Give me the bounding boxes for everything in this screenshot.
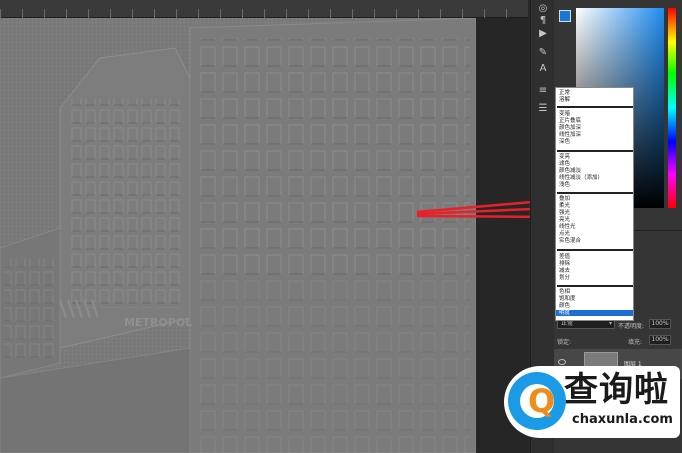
blend-option[interactable]: 色相 <box>559 289 570 295</box>
ruler-tick <box>220 9 221 18</box>
document-canvas[interactable]: METROPOL <box>0 18 476 453</box>
brush-settings-icon[interactable]: ✎ <box>534 46 552 60</box>
play-icon[interactable]: ▶ <box>534 27 552 41</box>
blend-mode-dropdown[interactable]: 正常 溶解 变暗 正片叠底 颜色加深 线性加深 深色 变亮 滤色 颜色减淡 线性… <box>555 87 634 321</box>
ruler-tick <box>242 9 243 18</box>
ruler-tick <box>396 9 397 18</box>
blend-option[interactable]: 减去 <box>559 268 570 274</box>
opacity-field[interactable]: 100% <box>649 319 671 329</box>
foreground-color-swatch[interactable] <box>559 10 571 22</box>
watermark-logo: Q <box>508 372 566 430</box>
watermark-title: 查询啦 <box>564 370 669 410</box>
blend-option[interactable]: 线性加深 <box>559 132 581 138</box>
fill-field[interactable]: 100% <box>649 335 671 345</box>
ruler-tick <box>88 9 89 18</box>
blend-option[interactable]: 饱和度 <box>559 296 576 302</box>
dropdown-divider <box>557 150 633 152</box>
ruler-tick <box>484 9 485 18</box>
blend-option[interactable]: 强光 <box>559 210 570 216</box>
metropol-sign: METROPOL <box>124 316 192 329</box>
blend-option[interactable]: 颜色加深 <box>559 125 581 131</box>
dropdown-divider <box>557 106 633 108</box>
canvas-artwork: METROPOL <box>0 18 476 453</box>
blend-option[interactable]: 正常 <box>559 90 570 96</box>
blend-option[interactable]: 划分 <box>559 275 570 281</box>
ruler-tick <box>176 9 177 18</box>
blend-option[interactable]: 浅色 <box>559 182 570 188</box>
chevron-down-icon: ▾ <box>608 320 612 327</box>
blend-option-selected[interactable]: 明度 <box>556 310 633 316</box>
ruler-tick <box>506 9 507 18</box>
blend-option[interactable]: 溶解 <box>559 97 570 103</box>
lock-label: 锁定: <box>557 339 572 346</box>
opacity-label: 不透明度: <box>618 323 645 330</box>
ruler-tick <box>154 9 155 18</box>
blend-option[interactable]: 颜色 <box>559 303 570 309</box>
ruler-tick <box>330 9 331 18</box>
ruler-tick <box>352 9 353 18</box>
ruler-tick <box>66 9 67 18</box>
ruler-tick <box>44 9 45 18</box>
ruler-tick <box>462 9 463 18</box>
blend-option[interactable]: 实色混合 <box>559 238 581 244</box>
ruler-tick <box>132 9 133 18</box>
dropdown-divider <box>557 285 633 287</box>
hue-slider[interactable] <box>668 8 676 208</box>
blend-option[interactable]: 变暗 <box>559 111 570 117</box>
top-ruler <box>0 0 528 18</box>
paragraph-icon[interactable]: ¶ <box>534 14 552 28</box>
blend-option[interactable]: 颜色减淡 <box>559 168 581 174</box>
dropdown-divider <box>557 192 633 194</box>
fill-label: 填充: <box>628 339 643 346</box>
watermark-logo-letter: Q <box>528 382 556 420</box>
blend-option[interactable]: 变亮 <box>559 154 570 160</box>
ruler-tick <box>264 9 265 18</box>
blend-mode-value: 正常 <box>561 320 574 327</box>
ruler-tick <box>440 9 441 18</box>
eye-icon[interactable] <box>558 359 566 365</box>
ruler-tick <box>110 9 111 18</box>
ruler-tick <box>374 9 375 18</box>
blend-option[interactable]: 正片叠底 <box>559 118 581 124</box>
blend-option[interactable]: 点光 <box>559 231 570 237</box>
properties-icon[interactable]: ☰ <box>534 102 552 116</box>
character-icon[interactable]: A <box>534 62 552 76</box>
watermark: Q 查询啦 chaxunla.com <box>504 366 680 438</box>
blend-option[interactable]: 深色 <box>559 139 570 145</box>
adjustments-icon[interactable]: ≡ <box>534 84 552 98</box>
blend-option[interactable]: 排除 <box>559 261 570 267</box>
blend-option[interactable]: 亮光 <box>559 217 570 223</box>
blend-option[interactable]: 叠加 <box>559 196 570 202</box>
blend-option[interactable]: 差值 <box>559 254 570 260</box>
ruler-tick <box>308 9 309 18</box>
dropdown-divider <box>557 249 633 251</box>
ruler-tick <box>0 9 1 18</box>
blend-option[interactable]: 柔光 <box>559 203 570 209</box>
ruler-tick <box>198 9 199 18</box>
ruler-tick <box>22 9 23 18</box>
watermark-url: chaxunla.com <box>572 412 673 427</box>
blend-option[interactable]: 线性光 <box>559 224 576 230</box>
ruler-tick <box>418 9 419 18</box>
ruler-tick <box>286 9 287 18</box>
blend-option[interactable]: 滤色 <box>559 161 570 167</box>
blend-option[interactable]: 线性减淡（添加） <box>559 175 603 181</box>
